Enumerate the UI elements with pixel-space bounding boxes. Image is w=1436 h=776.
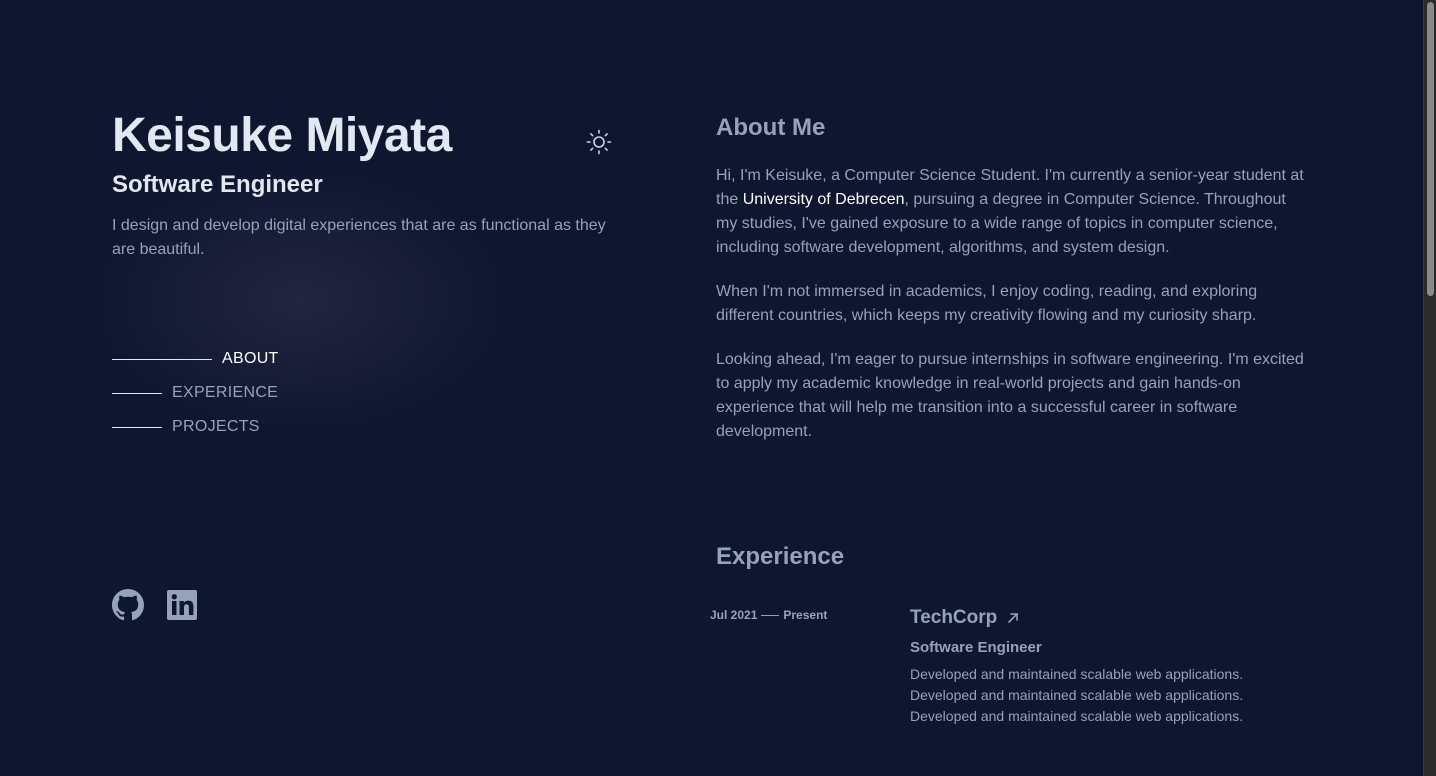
social-links [112, 589, 198, 621]
about-section: About Me Hi, I'm Keisuke, a Computer Sci… [716, 114, 1306, 444]
company-name: TechCorp [910, 607, 998, 628]
profile-name: Keisuke Miyata [112, 109, 452, 162]
experience-title: Experience [716, 543, 845, 570]
company-link[interactable]: TechCorp [910, 606, 1310, 630]
nav-label: EXPERIENCE [172, 384, 279, 401]
experience-details: TechCorp Software Engineer Developed and… [910, 606, 1310, 727]
nav-label: PROJECTS [172, 418, 260, 435]
nav-indicator [112, 358, 212, 360]
date-separator [761, 614, 780, 616]
experience-role: Software Engineer [910, 639, 1042, 656]
theme-toggle-button[interactable] [586, 129, 612, 155]
experience-description: Developed and maintained scalable web ap… [910, 664, 1310, 727]
about-title: About Me [716, 114, 826, 141]
nav-item-projects[interactable]: PROJECTS [112, 414, 279, 440]
experience-start-date: Jul 2021 [710, 608, 758, 622]
experience-date-range: Jul 2021 Present [710, 608, 827, 622]
vertical-scrollbar[interactable] [1423, 0, 1436, 776]
header: Keisuke Miyata Software Engineer I desig… [112, 108, 632, 262]
description-line: Developed and maintained scalable web ap… [910, 687, 1244, 703]
nav-indicator [112, 426, 162, 428]
nav-indicator [112, 392, 162, 394]
university-link[interactable]: University of Debrecen [743, 191, 905, 208]
experience-end-date: Present [783, 608, 828, 622]
scrollbar-thumb[interactable] [1427, 2, 1434, 296]
nav-item-about[interactable]: ABOUT [112, 346, 279, 372]
profile-tagline: I design and develop digital experiences… [112, 217, 606, 258]
description-line: Developed and maintained scalable web ap… [910, 708, 1244, 724]
about-paragraph-3: Looking ahead, I'm eager to pursue inter… [716, 351, 1304, 440]
sun-icon [586, 129, 612, 155]
linkedin-icon [167, 590, 197, 620]
description-line: Developed and maintained scalable web ap… [910, 666, 1244, 682]
about-paragraph-2: When I'm not immersed in academics, I en… [716, 283, 1258, 324]
profile-role: Software Engineer [112, 171, 323, 198]
section-nav: ABOUT EXPERIENCE PROJECTS [112, 346, 279, 448]
github-link[interactable] [112, 589, 144, 621]
nav-label: ABOUT [222, 350, 279, 367]
arrow-up-right-icon [1008, 613, 1019, 623]
linkedin-link[interactable] [166, 589, 198, 621]
nav-item-experience[interactable]: EXPERIENCE [112, 380, 279, 406]
about-paragraph-1: Hi, I'm Keisuke, a Computer Science Stud… [716, 164, 1306, 260]
github-icon [112, 589, 144, 621]
